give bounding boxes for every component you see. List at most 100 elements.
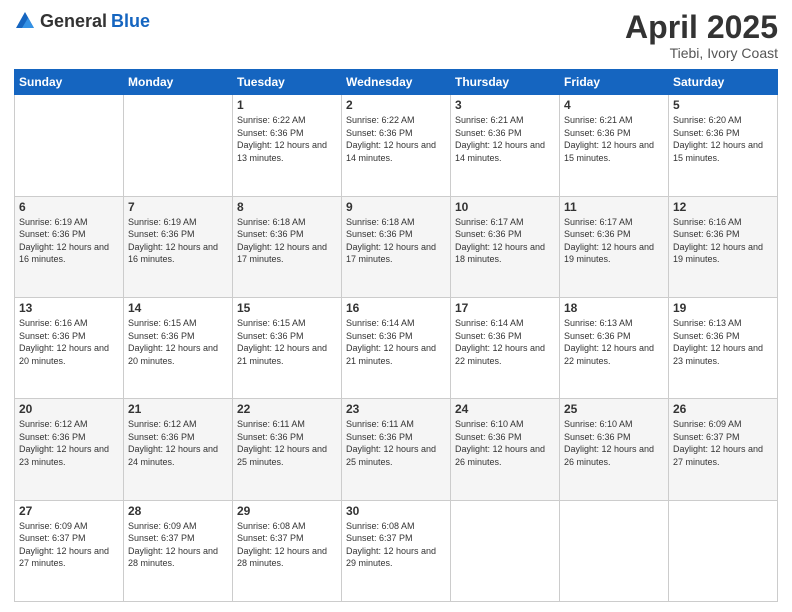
day-number: 15 <box>237 301 337 315</box>
table-row: 2 Sunrise: 6:22 AM Sunset: 6:36 PM Daylig… <box>342 95 451 196</box>
calendar-week-row: 20 Sunrise: 6:12 AM Sunset: 6:36 PM Dayli… <box>15 399 778 500</box>
cell-info: Sunrise: 6:13 AM Sunset: 6:36 PM Dayligh… <box>673 317 773 367</box>
table-row: 13 Sunrise: 6:16 AM Sunset: 6:36 PM Dayli… <box>15 297 124 398</box>
day-number: 30 <box>346 504 446 518</box>
cell-info: Sunrise: 6:12 AM Sunset: 6:36 PM Dayligh… <box>19 418 119 468</box>
table-row: 11 Sunrise: 6:17 AM Sunset: 6:36 PM Dayli… <box>560 196 669 297</box>
cell-info: Sunrise: 6:08 AM Sunset: 6:37 PM Dayligh… <box>237 520 337 570</box>
table-row: 15 Sunrise: 6:15 AM Sunset: 6:36 PM Dayli… <box>233 297 342 398</box>
calendar-week-row: 6 Sunrise: 6:19 AM Sunset: 6:36 PM Daylig… <box>15 196 778 297</box>
calendar: Sunday Monday Tuesday Wednesday Thursday… <box>14 69 778 602</box>
table-row: 27Sunrise: 6:09 AM Sunset: 6:37 PM Dayli… <box>15 500 124 601</box>
calendar-week-row: 27 Sunrise: 6:09 AM Sunset: 6:37 PM Dayli… <box>15 500 778 601</box>
table-row: 5Sunrise: 6:20 AM Sunset: 6:36 PM Daylig… <box>669 95 778 196</box>
day-number: 29 <box>237 504 337 518</box>
cell-info: Sunrise: 6:12 AM Sunset: 6:36 PM Dayligh… <box>128 418 228 468</box>
day-number: 20 <box>19 402 119 416</box>
day-number: 26 <box>673 402 773 416</box>
cell-info: Sunrise: 6:21 AM Sunset: 6:36 PM Dayligh… <box>564 114 664 164</box>
cell-info: Sunrise: 6:09 AM Sunset: 6:37 PM Dayligh… <box>128 520 228 570</box>
day-number: 17 <box>455 301 555 315</box>
day-number: 3 <box>455 98 555 112</box>
day-number: 9 <box>346 200 446 214</box>
cell-info: Sunrise: 6:10 AM Sunset: 6:36 PM Dayligh… <box>455 418 555 468</box>
cell-info: Sunrise: 6:21 AM Sunset: 6:36 PM Dayligh… <box>455 114 555 164</box>
day-number: 6 <box>19 200 119 214</box>
cell-info: Sunrise: 6:17 AM Sunset: 6:36 PM Dayligh… <box>564 216 664 266</box>
day-number: 12 <box>673 200 773 214</box>
table-row: 30 Sunrise: 6:08 AM Sunset: 6:37 PM Dayli… <box>342 500 451 601</box>
day-number: 16 <box>346 301 446 315</box>
calendar-header-row: Sunday Monday Tuesday Wednesday Thursday… <box>15 70 778 95</box>
logo-icon <box>14 10 36 32</box>
title-block: April 2025 Tiebi, Ivory Coast <box>625 10 778 61</box>
table-row <box>560 500 669 601</box>
day-number: 2 <box>346 98 446 112</box>
title-location: Tiebi, Ivory Coast <box>625 45 778 61</box>
day-number: 24 <box>455 402 555 416</box>
day-number: 28 <box>128 504 228 518</box>
day-number: 5 <box>673 98 773 112</box>
table-row: 21 Sunrise: 6:12 AM Sunset: 6:36 PM Dayli… <box>124 399 233 500</box>
cell-info: Sunrise: 6:19 AM Sunset: 6:36 PM Dayligh… <box>128 216 228 266</box>
table-row: 19 Sunrise: 6:13 AM Sunset: 6:36 PM Dayli… <box>669 297 778 398</box>
table-row: 18 Sunrise: 6:13 AM Sunset: 6:36 PM Dayli… <box>560 297 669 398</box>
cell-info: Sunrise: 6:13 AM Sunset: 6:36 PM Dayligh… <box>564 317 664 367</box>
table-row: 20 Sunrise: 6:12 AM Sunset: 6:36 PM Dayli… <box>15 399 124 500</box>
day-number: 21 <box>128 402 228 416</box>
table-row: 14Sunrise: 6:15 AM Sunset: 6:36 PM Dayli… <box>124 297 233 398</box>
table-row: 23 Sunrise: 6:11 AM Sunset: 6:36 PM Dayli… <box>342 399 451 500</box>
table-row <box>669 500 778 601</box>
table-row: 29 Sunrise: 6:08 AM Sunset: 6:37 PM Dayli… <box>233 500 342 601</box>
day-number: 19 <box>673 301 773 315</box>
day-number: 10 <box>455 200 555 214</box>
cell-info: Sunrise: 6:19 AM Sunset: 6:36 PM Dayligh… <box>19 216 119 266</box>
cell-info: Sunrise: 6:22 AM Sunset: 6:36 PM Dayligh… <box>237 114 337 164</box>
cell-info: Sunrise: 6:08 AM Sunset: 6:37 PM Dayligh… <box>346 520 446 570</box>
col-sunday: Sunday <box>15 70 124 95</box>
day-number: 1 <box>237 98 337 112</box>
day-number: 11 <box>564 200 664 214</box>
cell-info: Sunrise: 6:09 AM Sunset: 6:37 PM Dayligh… <box>673 418 773 468</box>
table-row: 25Sunrise: 6:10 AM Sunset: 6:36 PM Dayli… <box>560 399 669 500</box>
logo: GeneralBlue <box>14 10 150 32</box>
page: GeneralBlue April 2025 Tiebi, Ivory Coas… <box>0 0 792 612</box>
day-number: 27 <box>19 504 119 518</box>
cell-info: Sunrise: 6:11 AM Sunset: 6:36 PM Dayligh… <box>346 418 446 468</box>
cell-info: Sunrise: 6:15 AM Sunset: 6:36 PM Dayligh… <box>128 317 228 367</box>
day-number: 18 <box>564 301 664 315</box>
day-number: 22 <box>237 402 337 416</box>
table-row: 22 Sunrise: 6:11 AM Sunset: 6:36 PM Dayli… <box>233 399 342 500</box>
day-number: 13 <box>19 301 119 315</box>
day-number: 23 <box>346 402 446 416</box>
col-thursday: Thursday <box>451 70 560 95</box>
table-row: 10Sunrise: 6:17 AM Sunset: 6:36 PM Dayli… <box>451 196 560 297</box>
cell-info: Sunrise: 6:15 AM Sunset: 6:36 PM Dayligh… <box>237 317 337 367</box>
table-row <box>451 500 560 601</box>
col-saturday: Saturday <box>669 70 778 95</box>
table-row: 3 Sunrise: 6:21 AM Sunset: 6:36 PM Daylig… <box>451 95 560 196</box>
table-row <box>15 95 124 196</box>
calendar-week-row: 13 Sunrise: 6:16 AM Sunset: 6:36 PM Dayli… <box>15 297 778 398</box>
logo-blue: Blue <box>111 11 150 32</box>
cell-info: Sunrise: 6:22 AM Sunset: 6:36 PM Dayligh… <box>346 114 446 164</box>
cell-info: Sunrise: 6:14 AM Sunset: 6:36 PM Dayligh… <box>346 317 446 367</box>
day-number: 25 <box>564 402 664 416</box>
table-row <box>124 95 233 196</box>
day-number: 4 <box>564 98 664 112</box>
col-monday: Monday <box>124 70 233 95</box>
col-tuesday: Tuesday <box>233 70 342 95</box>
table-row: 4 Sunrise: 6:21 AM Sunset: 6:36 PM Daylig… <box>560 95 669 196</box>
cell-info: Sunrise: 6:16 AM Sunset: 6:36 PM Dayligh… <box>19 317 119 367</box>
cell-info: Sunrise: 6:14 AM Sunset: 6:36 PM Dayligh… <box>455 317 555 367</box>
table-row: 24 Sunrise: 6:10 AM Sunset: 6:36 PM Dayli… <box>451 399 560 500</box>
table-row: 6 Sunrise: 6:19 AM Sunset: 6:36 PM Daylig… <box>15 196 124 297</box>
cell-info: Sunrise: 6:18 AM Sunset: 6:36 PM Dayligh… <box>237 216 337 266</box>
day-number: 7 <box>128 200 228 214</box>
header: GeneralBlue April 2025 Tiebi, Ivory Coas… <box>14 10 778 61</box>
table-row: 8 Sunrise: 6:18 AM Sunset: 6:36 PM Daylig… <box>233 196 342 297</box>
cell-info: Sunrise: 6:11 AM Sunset: 6:36 PM Dayligh… <box>237 418 337 468</box>
table-row: 28 Sunrise: 6:09 AM Sunset: 6:37 PM Dayli… <box>124 500 233 601</box>
day-number: 8 <box>237 200 337 214</box>
logo-general: General <box>40 11 107 32</box>
